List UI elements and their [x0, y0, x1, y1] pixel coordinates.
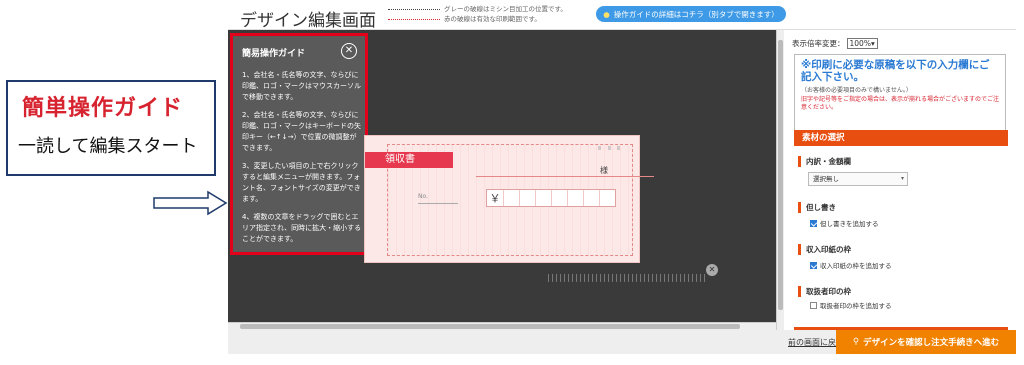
receipt-preview[interactable]: ⅢⅢⅢ 様 No. ￥ 領収書: [364, 135, 654, 263]
amount-cell: [583, 190, 599, 206]
stamp-label: 収入印紙の枠: [798, 244, 851, 255]
annotation-title: 簡単操作ガイド: [22, 96, 184, 121]
handler-label: 取扱者印の枠: [798, 286, 851, 297]
content-select[interactable]: 選択無し ▾: [808, 172, 908, 186]
amount-field[interactable]: ￥: [486, 189, 616, 207]
confirm-order-label: デザインを確認し注文手続きへ進む: [863, 338, 1000, 348]
tadashi-label: 但し書き: [798, 202, 836, 213]
close-icon[interactable]: ✕: [341, 43, 357, 59]
notice-warning: 旧字や記号等をご指定の場合は、表示が崩れる場合がございますのでご注意ください。: [801, 96, 1000, 111]
settings-panel: 表示倍率変更： 100%▾ ※印刷に必要な原稿を以下の入力欄にご記入下さい。 （…: [786, 30, 1016, 330]
yen-sign: ￥: [489, 192, 501, 205]
handler-checkbox[interactable]: [810, 301, 817, 309]
guide-item: 3、変更したい項目の上で右クリックすると編集メニューが開きます。フォント名、フォ…: [242, 162, 361, 203]
quick-guide-panel: 簡易操作ガイド ✕ 1、会社名・氏名等の文字、ならびに印鑑、ロゴ・マークはマウス…: [230, 33, 368, 255]
stamp-checkbox[interactable]: [810, 261, 817, 269]
receipt-number-label[interactable]: No.: [418, 193, 428, 200]
guide-details-button[interactable]: ● 操作ガイドの詳細はコチラ（別タブで開きます）: [596, 6, 786, 22]
scroll-thumb[interactable]: [240, 324, 740, 329]
horizontal-scrollbar[interactable]: [228, 322, 776, 330]
confirm-order-button[interactable]: ⚲ デザインを確認し注文手続きへ進む: [836, 330, 1016, 354]
amount-cell: [599, 190, 615, 206]
amount-cell: [503, 190, 519, 206]
guide-item: 4、複数の文章をドラッグで囲むとエリア指定され、同時に拡大・縮小することができま…: [242, 213, 362, 243]
notice-heading: ※印刷に必要な原稿を以下の入力欄にご記入下さい。: [801, 59, 990, 83]
annotation-subtitle: 一読して編集スタート: [18, 136, 198, 157]
notice-subtext: （お客様の必要項目のみで構いません。）: [801, 87, 912, 94]
zoom-label: 表示倍率変更：: [792, 39, 845, 48]
scroll-thumb[interactable]: [778, 40, 783, 310]
vertical-scrollbar[interactable]: [776, 30, 784, 330]
gray-dashed-line: [388, 8, 440, 10]
stamp-checkbox-row[interactable]: 収入印紙の枠を追加する: [810, 260, 892, 270]
handler-checkbox-label: 取扱者印の枠を追加する: [820, 302, 892, 310]
content-label: 内訳・金額欄: [798, 156, 851, 167]
footer-bar: 前の画面に戻る ⚲ デザインを確認し注文手続きへ進む: [228, 330, 1016, 354]
content-select-value: 選択無し: [813, 175, 839, 183]
editor-header: デザイン編集画面 グレーの破線はミシン目加工の位置です。 赤の破線は有効な印刷範…: [228, 0, 1016, 31]
receipt-sama[interactable]: 様: [600, 165, 608, 176]
legend-gray-text: グレーの破線はミシン目加工の位置です。: [444, 5, 567, 13]
lightbulb-icon: ●: [603, 9, 610, 19]
perforation-marks: ⅢⅢⅢ: [598, 146, 627, 152]
search-icon: ⚲: [852, 337, 860, 347]
annotation-callout: 簡単操作ガイド 一読して編集スタート: [6, 80, 216, 176]
tadashi-checkbox-label: 但し書きを追加する: [820, 220, 879, 228]
tadashi-checkbox[interactable]: [810, 219, 817, 227]
amount-cell: [535, 190, 551, 206]
amount-cell: [551, 190, 567, 206]
red-dashed-line: [388, 18, 440, 20]
guide-item: 2、会社名・氏名等の文字、ならびに印鑑、ロゴ・マークはキーボードの矢印キー（←↑…: [242, 111, 361, 152]
screen: 簡単操作ガイド 一読して編集スタート デザイン編集画面 グレーの破線はミシン目加…: [0, 0, 1024, 365]
tadashi-checkbox-row[interactable]: 但し書きを追加する: [810, 218, 879, 228]
stamp-checkbox-label: 収入印紙の枠を追加する: [820, 262, 892, 270]
quick-guide-list: 1、会社名・氏名等の文字、ならびに印鑑、ロゴ・マークはマウスカーソルで移動できま…: [242, 70, 362, 252]
guide-item: 1、会社名・氏名等の文字、ならびに印鑑、ロゴ・マークはマウスカーソルで移動できま…: [242, 71, 361, 101]
remove-icon[interactable]: ✕: [706, 264, 718, 276]
chevron-down-icon: ▾: [900, 175, 904, 182]
zoom-control: 表示倍率変更： 100%▾: [792, 38, 878, 49]
line-legend: グレーの破線はミシン目加工の位置です。 赤の破線は有効な印刷範囲です。: [388, 4, 567, 24]
guide-details-label: 操作ガイドの詳細はコチラ（別タブで開きます）: [613, 9, 779, 19]
page-title: デザイン編集画面: [240, 11, 376, 31]
arrow-right-icon: [153, 190, 228, 216]
receipt-number-line: [418, 203, 458, 204]
quick-guide-title: 簡易操作ガイド: [242, 49, 306, 59]
handler-checkbox-row[interactable]: 取扱者印の枠を追加する: [810, 300, 892, 310]
recipient-line: [476, 176, 654, 177]
zoom-select[interactable]: 100%▾: [846, 38, 878, 49]
amount-cell: [567, 190, 583, 206]
stamp-placeholder[interactable]: [548, 274, 708, 282]
material-section-title: 素材の選択: [794, 130, 1008, 146]
receipt-title[interactable]: 領収書: [365, 152, 453, 168]
amount-cell: [519, 190, 535, 206]
legend-red-text: 赤の破線は有効な印刷範囲です。: [444, 15, 541, 23]
